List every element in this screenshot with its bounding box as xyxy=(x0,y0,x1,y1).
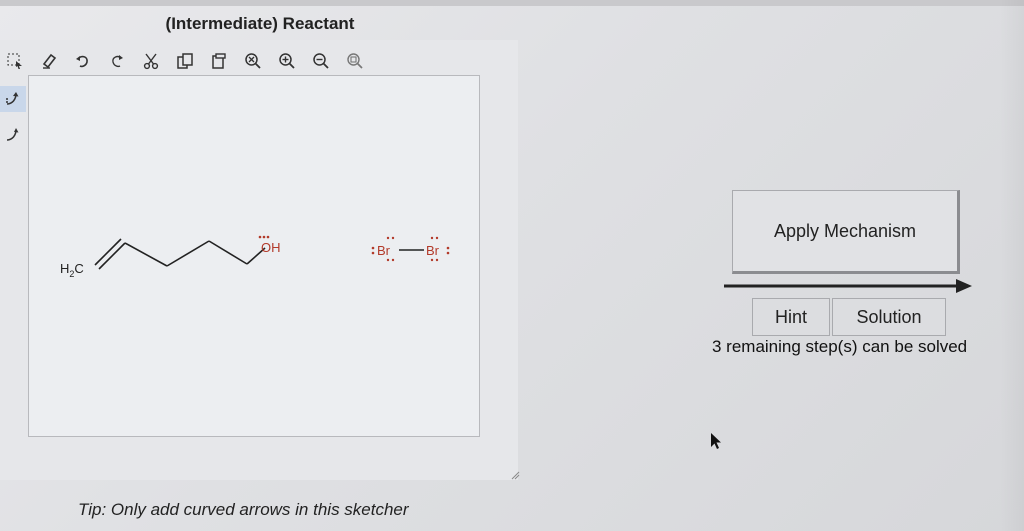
lone-pair-dot xyxy=(446,251,450,255)
cut-icon[interactable] xyxy=(140,50,162,72)
sketcher-tip: Tip: Only add curved arrows in this sket… xyxy=(78,500,409,519)
lone-pair-dot xyxy=(430,258,434,262)
reaction-arrow-icon xyxy=(724,279,972,293)
bond xyxy=(166,240,210,267)
undo-icon[interactable] xyxy=(72,50,94,72)
curved-arrow-two-electron-icon[interactable] xyxy=(0,86,26,112)
lone-pair-dot xyxy=(435,236,439,240)
bond xyxy=(124,242,168,267)
resize-handle-icon[interactable] xyxy=(510,470,520,480)
hint-button[interactable]: Hint xyxy=(752,298,830,336)
lone-pair-dot xyxy=(446,246,450,250)
zoom-fit-icon[interactable] xyxy=(344,50,366,72)
curved-arrow-single-electron-icon[interactable] xyxy=(0,122,26,148)
solution-button[interactable]: Solution xyxy=(832,298,946,336)
alkene-alcohol-skeleton[interactable] xyxy=(94,238,266,270)
zoom-out-icon[interactable] xyxy=(310,50,332,72)
zoom-reset-icon[interactable] xyxy=(242,50,264,72)
top-border xyxy=(0,0,1024,6)
lone-pair-dot xyxy=(430,236,434,240)
lone-pair-dot xyxy=(391,236,395,240)
sketcher-title: (Intermediate) Reactant xyxy=(165,14,355,33)
apply-mechanism-button[interactable]: Apply Mechanism xyxy=(732,190,960,274)
mouse-cursor-icon xyxy=(711,433,721,449)
lone-pair-dot xyxy=(266,235,270,239)
br-right-label: Br xyxy=(426,243,440,258)
lone-pair-dot xyxy=(371,251,375,255)
select-icon[interactable] xyxy=(4,50,26,72)
bromine-molecule[interactable]: Br Br xyxy=(371,236,450,262)
redo-icon[interactable] xyxy=(106,50,128,72)
sketcher-toolbar xyxy=(4,48,384,74)
lone-pair-dot xyxy=(391,258,395,262)
lone-pair-dot xyxy=(386,236,390,240)
lone-pair-dot xyxy=(371,246,375,250)
molecule-drawing: H2C OH Br Br xyxy=(60,235,450,279)
lone-pair-dot xyxy=(435,258,439,262)
sketcher-canvas[interactable]: H2C OH Br Br xyxy=(28,75,480,437)
lone-pair-dot xyxy=(258,235,262,239)
bond xyxy=(208,240,248,265)
remaining-steps-text: 3 remaining step(s) can be solved xyxy=(712,337,968,356)
paste-icon[interactable] xyxy=(208,50,230,72)
lone-pair-dot xyxy=(386,258,390,262)
side-toolbar xyxy=(0,86,26,158)
lone-pair-dot xyxy=(262,235,266,239)
zoom-in-icon[interactable] xyxy=(276,50,298,72)
copy-icon[interactable] xyxy=(174,50,196,72)
oh-label: OH xyxy=(261,240,281,255)
hydroxyl-group[interactable]: OH xyxy=(258,235,281,255)
page-edge xyxy=(1000,0,1024,531)
h2c-label: H2C xyxy=(60,261,84,279)
br-left-label: Br xyxy=(377,243,391,258)
eraser-icon[interactable] xyxy=(38,50,60,72)
